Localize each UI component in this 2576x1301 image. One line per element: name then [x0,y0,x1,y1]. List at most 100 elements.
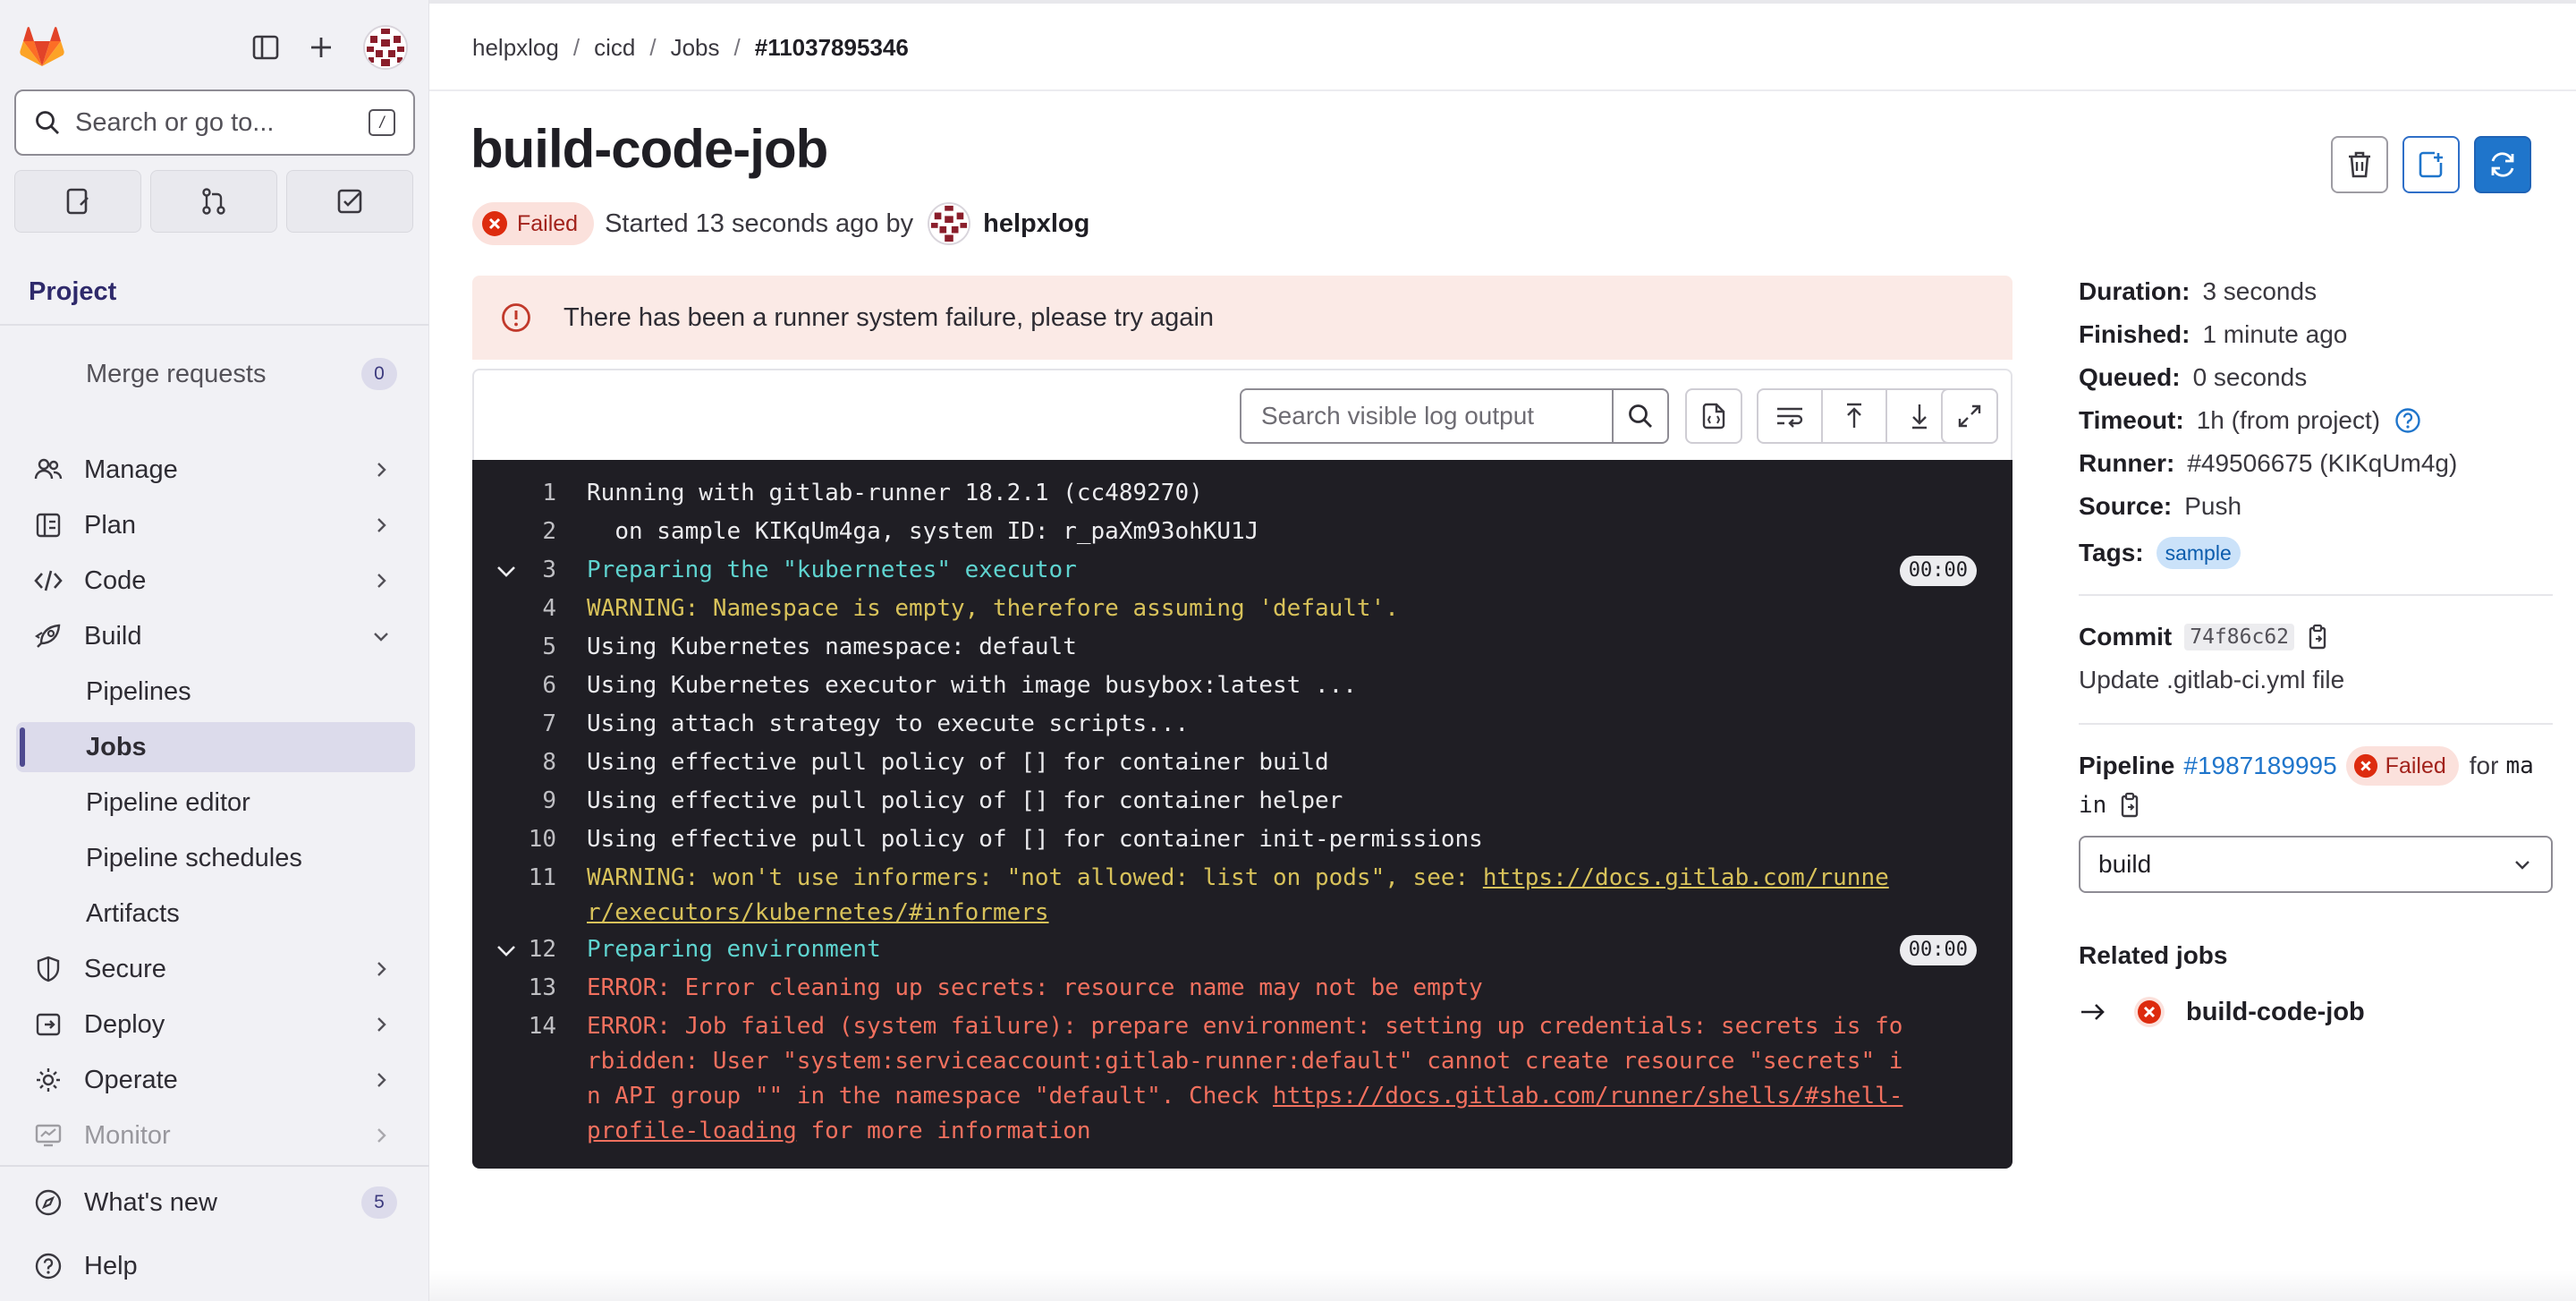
runner-failure-alert: There has been a runner system failure, … [472,276,2012,360]
wrap-lines-button[interactable] [1758,390,1823,442]
assigned-issues-button[interactable] [14,170,141,233]
new-issue-button[interactable] [2402,136,2460,193]
sidebar-item-secure[interactable]: Secure [16,944,415,994]
detail-runner: Runner: #49506675 (KIKqUm4g) [2079,449,2458,477]
chevron-right-icon [370,1069,392,1091]
chevron-down-icon [497,946,515,957]
question-icon[interactable] [2394,407,2421,434]
sidebar-item-build[interactable]: Build [16,611,415,661]
sidebar-section-title: Project [29,277,117,306]
trash-icon [2349,151,2370,178]
log-search-button[interactable] [1612,388,1669,444]
deploy-icon [30,1007,66,1042]
sidebar-item-pipelines[interactable]: Pipelines [16,667,415,717]
stage-select[interactable]: build [2079,836,2553,893]
sidebar-item-deploy[interactable]: Deploy [16,999,415,1050]
log-search-input[interactable]: Search visible log output [1240,388,1614,444]
status-badge[interactable]: Failed [472,202,595,245]
sidebar-item-monitor[interactable]: Monitor [16,1110,415,1161]
detail-timeout: Timeout: 1h (from project) [2079,403,2421,438]
detail-duration: Duration: 3 seconds [2079,277,2318,305]
top-border [429,0,2576,4]
help-button[interactable]: Help [16,1241,415,1291]
show-raw-button[interactable] [1685,388,1742,444]
merge-requests-count: 0 [361,358,397,390]
copy-icon[interactable] [2117,792,2142,819]
whats-new-button[interactable]: What's new 5 [16,1178,415,1228]
monitor-icon [30,1118,66,1153]
breadcrumb-item-project[interactable]: cicd [594,34,635,62]
pipeline-ref-continued: in [2079,787,2142,823]
global-search-input[interactable]: Search or go to... / [14,89,415,156]
arrow-right-icon [2081,1004,2105,1020]
user-avatar-small[interactable] [928,202,971,245]
section-duration-badge: 00:00 [1899,935,1977,965]
chevron-right-icon [370,958,392,980]
status-failed-icon [2353,753,2377,778]
merge-requests-quick-button[interactable] [150,170,277,233]
file-text-icon [1702,403,1725,429]
sidebar-item-code[interactable]: Code [16,556,415,606]
log-line: 4 WARNING: Namespace is empty, therefore … [542,595,1399,622]
ref-name[interactable]: ma [2505,753,2533,779]
chevron-down-icon [370,625,392,647]
sidebar-item-operate[interactable]: Operate [16,1055,415,1105]
commit-sha-link[interactable]: 74f86c62 [2184,624,2295,650]
sidebar-item-pipeline-editor[interactable]: Pipeline editor [16,778,415,828]
detail-tags: Tags: sample [2079,535,2241,571]
breadcrumb: helpxlog / cicd / Jobs / #11037895346 [472,33,909,62]
detail-queued: Queued: 0 seconds [2079,363,2308,391]
section-duration-badge: 00:00 [1899,556,1977,586]
tag-badge: sample [2156,537,2241,569]
error-icon [502,303,530,332]
status-failed-icon [2134,997,2165,1027]
pipeline-link[interactable]: #1987189995 [2183,752,2336,780]
gitlab-logo-icon[interactable] [20,25,68,70]
retry-icon [2491,152,2514,177]
sidebar-bottom-divider [0,1165,429,1167]
chevron-down-icon [497,566,515,577]
sidebar-item-jobs[interactable]: Jobs [16,722,415,772]
scroll-to-top-button[interactable] [1823,390,1887,442]
sidebar-item-manage[interactable]: Manage [16,445,415,495]
sidebar: Search or go to... / Project Merge reque… [0,0,429,1301]
scroll-down-icon [1912,404,1927,429]
page-title: build-code-job [470,119,828,179]
create-new-icon[interactable] [302,29,340,66]
breadcrumb-item-group[interactable]: helpxlog [472,34,559,62]
job-status-row: Failed Started 13 seconds ago by helpxlo… [472,200,1089,247]
fullscreen-button[interactable] [1941,388,1998,444]
log-section-header[interactable]: 3 Preparing the "kubernetes" executor 00:… [472,551,2012,590]
log-line: 2 on sample KIKqUm4ga, system ID: r_paXm… [542,518,1259,545]
erase-job-button[interactable] [2331,136,2388,193]
log-section-header[interactable]: 12 Preparing environment 00:00 [472,931,2012,969]
sidebar-item-artifacts[interactable]: Artifacts [16,889,415,939]
chevron-right-icon [370,459,392,480]
commit-message[interactable]: Update .gitlab-ci.yml file [2079,662,2344,698]
user-avatar[interactable] [363,25,408,70]
maximize-icon [1958,404,1981,428]
shield-icon [30,951,66,987]
copy-icon[interactable] [2305,624,2330,650]
sidebar-item-pipeline-schedules[interactable]: Pipeline schedules [16,833,415,883]
log-line: 6 Using Kubernetes executor with image bu… [542,672,1357,699]
details-divider [2079,594,2553,596]
sidebar-item-merge-requests[interactable]: Merge requests 0 [16,349,415,399]
breadcrumb-item-jobs[interactable]: Jobs [671,34,720,62]
log-line: 1 Running with gitlab-runner 18.2.1 (cc48… [542,480,1203,506]
toggle-sidebar-icon[interactable] [247,29,284,66]
todo-list-button[interactable] [286,170,413,233]
retry-job-button[interactable] [2474,136,2531,193]
sidebar-item-plan[interactable]: Plan [16,500,415,550]
search-icon [34,109,61,136]
chevron-right-icon [370,1125,392,1146]
pipeline-status-badge[interactable]: Failed [2345,746,2459,786]
sidebar-top-bar [16,21,413,72]
job-author-link[interactable]: helpxlog [983,209,1089,239]
related-job-item[interactable]: build-code-job [2079,990,2365,1034]
rocket-icon [30,618,66,654]
detail-source: Source: Push [2079,492,2242,520]
detail-commit: Commit 74f86c62 [2079,619,2330,655]
log-line: 5 Using Kubernetes namespace: default [542,633,1077,660]
breadcrumb-item-current-job[interactable]: #11037895346 [755,34,909,62]
